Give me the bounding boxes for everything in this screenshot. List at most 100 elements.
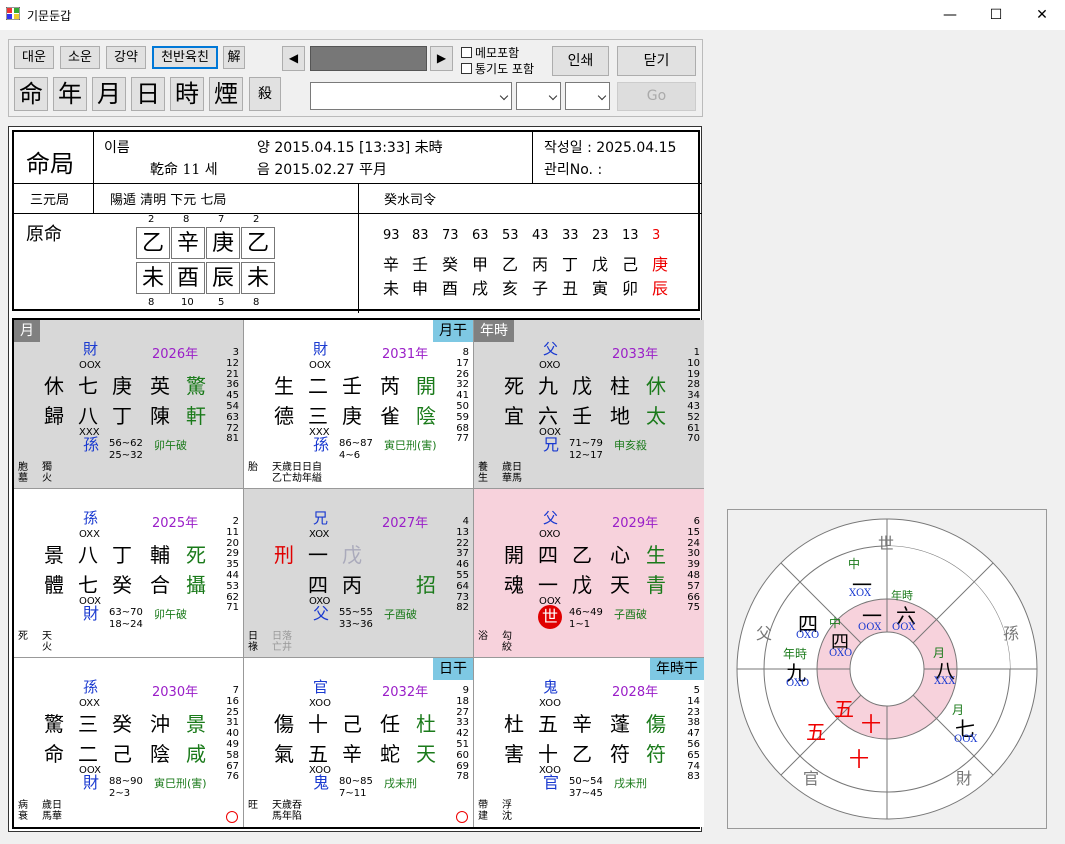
hae-button[interactable]: 解 [223,46,245,69]
shinsal-label-2: 火 [42,642,52,653]
daeun-branch: 卯 [622,279,639,298]
palace-cell[interactable]: 父 OXO 2029年開四乙心生魂一戊天青 OOX 世 46~49 1~1 子酉破浴勾絞 6 15… [474,489,704,658]
yukchin-pattern: XOO [309,698,331,709]
gate-char: 開 [416,374,436,398]
palace-number: 15 [687,526,700,538]
shinsal-label-2: 沈 [502,811,512,822]
daeun-stem: 乙 [502,255,519,274]
palace-cell[interactable]: 兄 XOX 2027年刑一戊四丙招 OXO 父 55~55 33~36 子酉破日祿日落 亡井 4 1… [244,489,474,658]
combo-3[interactable] [565,82,610,110]
palace-year: 2025年 [152,516,199,531]
daeun-branch: 酉 [442,279,459,298]
wheel-mark: XOX [849,588,872,599]
yukchin-pattern: OXO [539,529,561,540]
yukchin-bottom: 父 [313,604,330,623]
palace-cell[interactable]: 孫 OXX 2025年景八丁輔死體七癸合攝 OOX 財 63~70 18~24 卯午破死天火 2… [14,489,244,658]
palace-tag: 月 [14,320,40,342]
relation-note: 子酉破 [614,608,647,621]
yukchin-top: 父 [543,509,559,527]
yukchin-bottom: 官 [543,773,560,792]
range2: 12~17 [569,450,603,461]
wheel-mark: 五 [806,720,826,744]
app-icon [6,7,20,20]
myeong-button[interactable]: 命 [14,77,48,111]
hour-button[interactable]: 時 [170,77,204,111]
palace-cell[interactable]: 月干財 OOX 2031年生二壬芮開德三庚雀陰 XXX 孫 86~87 4~6 寅巳刑(害) 胎… [244,320,474,489]
relation-note: 寅巳刑(害) [384,439,437,452]
daeun-stem: 戊 [592,255,609,274]
soun-button[interactable]: 소운 [60,46,100,69]
sub-char: 宜 [504,404,524,428]
palace-cell[interactable]: 日干官 XOO 2032年傷十己任杜氣五辛蛇天 XOO 鬼 80~85 7~11 戌未刑旺天歲… [244,658,474,827]
name-label: 이름 [104,140,130,156]
range: 80~85 [339,776,373,787]
gate2-char: 招 [416,573,436,597]
tongi-checkbox-box[interactable] [461,63,472,74]
progress-slider[interactable] [310,46,427,71]
yukchin-pattern: OXO [539,360,561,371]
door-char: 傷 [274,712,294,736]
sal-button[interactable]: 殺 [249,77,281,111]
relation-note: 戌未刑 [384,777,417,790]
palace-cell[interactable]: 年時父 OXO 2033年死九戊柱休宜六壬地太 OOX 兄 71~79 12~17 申亥殺養生… [474,320,704,489]
range: 55~55 [339,607,373,618]
gender-age: 乾命 11 세 [150,162,218,178]
memo-checkbox-label: 메모포함 [475,46,520,60]
year-button[interactable]: 年 [53,77,87,111]
daeun-button[interactable]: 대운 [14,46,54,69]
palace-cell[interactable]: 年時干鬼 XOO 2028年杜五辛蓬傷害十乙符符 XOO 官 50~54 37~45 戌未刑帶… [474,658,704,827]
range2: 4~6 [339,450,361,461]
wheel-outer-label: 財 [956,769,973,788]
shinsal-label: 浮 [502,800,512,811]
star-char: 三 [78,712,98,736]
yukchin-bottom: 財 [83,604,100,623]
daeun-age: 13 [622,228,639,243]
earth-star-char: 八 [78,404,98,428]
day-button[interactable]: 日 [131,77,165,111]
god-char: 陳 [150,404,170,428]
go-button[interactable]: Go [617,82,696,111]
daeun-stem: 丁 [562,255,579,274]
daeun-branch: 寅 [592,279,609,298]
cheonban-button[interactable]: 천반육친 [152,46,218,69]
yukchin-top: 鬼 [543,678,559,696]
prev-button[interactable]: ◀ [282,46,305,71]
tongi-checkbox[interactable]: 통기도 포함 [461,60,534,77]
close-button[interactable]: 닫기 [617,46,696,76]
palace-numbers: 4 13 22 37 46 55 64 73 82 [456,516,469,614]
combo-2[interactable] [516,82,561,110]
earth-stem-char: 庚 [342,404,362,428]
title-bar: 기문둔갑 — ☐ ✕ [0,0,1065,30]
palace-cell[interactable]: 孫 OXX 2030年驚三癸沖景命二己陰咸 OOX 財 88~90 2~3 寅巳刑(害) 病衰歲… [14,658,244,827]
next-button[interactable]: ▶ [430,46,453,71]
earth-star-char: 一 [538,573,558,597]
maximize-button[interactable]: ☐ [973,0,1019,30]
god-char: 地 [610,404,630,428]
palace-number: 64 [456,580,469,592]
memo-checkbox-box[interactable] [461,47,472,58]
earth-star-char: 四 [308,573,328,597]
star-char: 二 [308,374,328,398]
shinsal-label-2: 絞 [502,642,512,653]
daeun-age: 73 [442,228,459,243]
minimize-button[interactable]: — [927,0,973,30]
print-button[interactable]: 인쇄 [552,46,609,76]
yeon-button[interactable]: 煙 [209,77,243,111]
shinsal-label-2: 華馬 [502,473,522,484]
saju-bot-num: 8 [253,297,260,308]
stage-label-2: 墓 [18,473,28,484]
month-button[interactable]: 月 [92,77,126,111]
close-window-button[interactable]: ✕ [1019,0,1065,30]
star9-char: 任 [380,712,400,736]
daeun-branch: 子 [532,279,549,298]
gangyak-button[interactable]: 강약 [106,46,146,69]
main-combo[interactable] [310,82,512,110]
memo-checkbox[interactable]: 메모포함 [461,44,519,61]
palace-cell[interactable]: 月財 OOX 2026年休七庚英驚歸八丁陳軒 XXX 孫 56~62 25~32 卯午破胞墓獨… [14,320,244,489]
wheel-mark: OOX [858,622,882,633]
range: 63~70 [109,607,143,618]
saju-top-num: 2 [253,214,260,225]
yukchin-pattern: OOX [309,360,331,371]
shinsal-label-2: 馬華 [42,811,62,822]
palace-grid: 月財 OOX 2026年休七庚英驚歸八丁陳軒 XXX 孫 56~62 25~32 卯午破胞墓獨… [12,318,704,829]
